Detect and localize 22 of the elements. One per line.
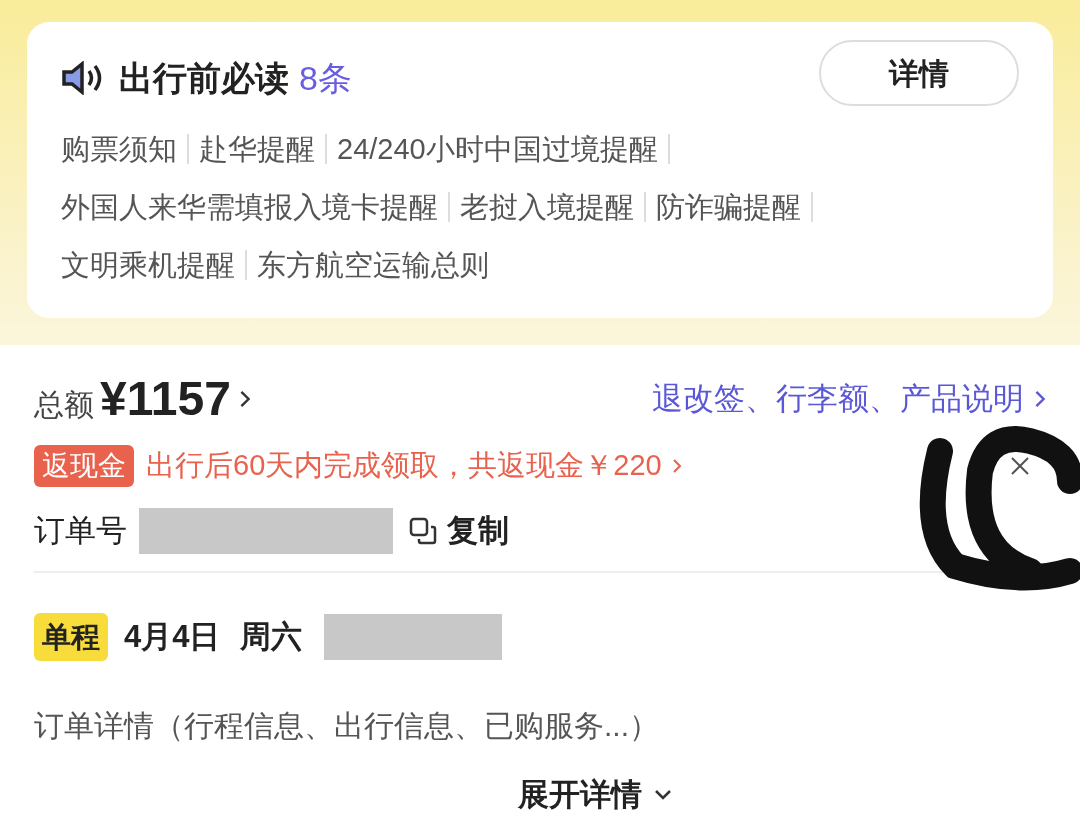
notice-link[interactable]: 东方航空运输总则 [257,236,489,294]
notice-link[interactable]: 文明乘机提醒 [61,236,235,294]
notice-link[interactable]: 老挝入境提醒 [460,178,634,236]
notice-link[interactable]: 外国人来华需填报入境卡提醒 [61,178,438,236]
total-price[interactable]: ¥1157 [100,363,231,435]
notice-count: 8条 [299,57,352,99]
order-details-text: 订单详情（行程信息、出行信息、已购服务...） [34,707,659,744]
trip-weekday: 周六 [240,617,303,656]
cashback-tag: 返现金 [34,445,134,487]
notice-title: 出行前必读 [119,57,289,99]
trip-date: 4月4日 [124,617,221,656]
notice-link[interactable]: 购票须知 [61,120,177,178]
expand-button[interactable]: 展开详情 [518,771,642,819]
notice-link[interactable]: 赴华提醒 [199,120,315,178]
details-button[interactable]: 详情 [819,40,1019,106]
order-number-label: 订单号 [34,511,127,550]
notice-link[interactable]: 24/240小时中国过境提醒 [337,120,658,178]
notice-link[interactable]: 防诈骗提醒 [656,178,801,236]
policy-link[interactable]: 退改签、行李额、产品说明 [652,375,1024,423]
total-label: 总额 [34,386,94,423]
trip-type-tag: 单程 [34,613,108,661]
copy-link[interactable]: 复制 [447,507,509,555]
